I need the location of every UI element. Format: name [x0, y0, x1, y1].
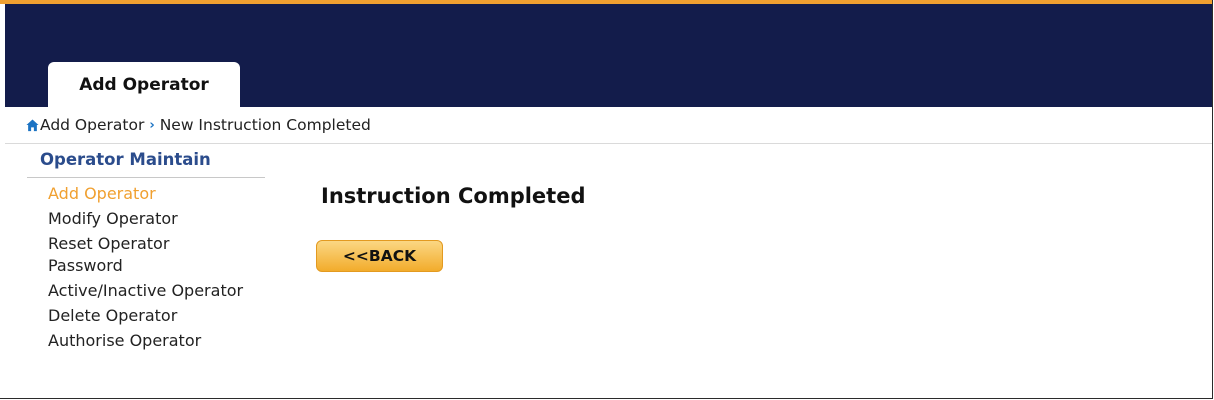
sidebar-menu: Add Operator Modify Operator Reset Opera… — [27, 178, 265, 352]
left-margin — [0, 4, 5, 398]
back-button[interactable]: <<BACK — [316, 240, 443, 272]
sidebar-item-reset-operator-password[interactable]: Reset Operator Password — [48, 233, 248, 277]
breadcrumb-item-current: New Instruction Completed — [159, 116, 371, 134]
breadcrumb-divider — [5, 143, 1212, 144]
sidebar-item-authorise-operator[interactable]: Authorise Operator — [48, 330, 248, 352]
sidebar-title: Operator Maintain — [27, 146, 265, 178]
breadcrumb: Add Operator › New Instruction Completed — [26, 107, 371, 143]
sidebar-item-active-inactive-operator[interactable]: Active/Inactive Operator — [48, 280, 248, 302]
tab-label: Add Operator — [79, 74, 209, 95]
app-window: Add Operator Add Operator › New Instruct… — [0, 0, 1213, 399]
home-icon[interactable] — [26, 118, 39, 132]
sidebar: Operator Maintain Add Operator Modify Op… — [27, 146, 265, 355]
chevron-right-icon: › — [149, 117, 155, 133]
breadcrumb-item-add-operator[interactable]: Add Operator — [40, 116, 144, 134]
tab-add-operator[interactable]: Add Operator — [48, 62, 240, 107]
sidebar-item-modify-operator[interactable]: Modify Operator — [48, 208, 248, 230]
sidebar-item-add-operator[interactable]: Add Operator — [48, 183, 248, 205]
page-title: Instruction Completed — [321, 184, 586, 208]
sidebar-item-delete-operator[interactable]: Delete Operator — [48, 305, 248, 327]
